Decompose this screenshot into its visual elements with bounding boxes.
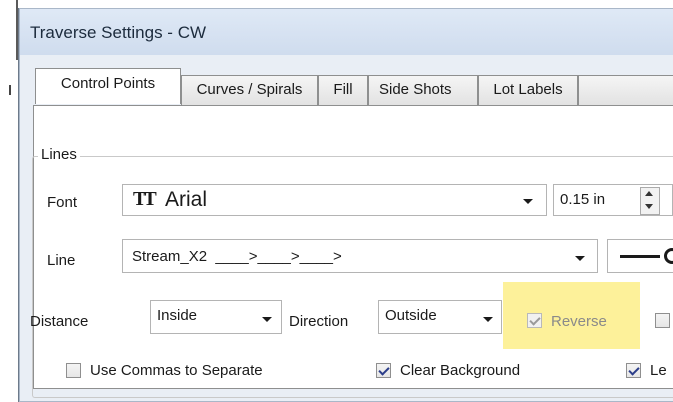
third-option-label: Le (650, 362, 667, 379)
reverse-label: Reverse (551, 313, 607, 330)
tab-label: Side Shots (379, 81, 452, 98)
use-commas-checkbox[interactable] (66, 363, 81, 378)
line-type-combobox[interactable]: Stream_X2 ____>____>____> (122, 239, 598, 273)
font-size-value: 0.15 in (560, 191, 606, 208)
tab-label: Lot Labels (493, 81, 563, 98)
tab-curves-spirals[interactable]: Curves / Spirals (181, 75, 318, 105)
extra-checkbox[interactable] (655, 313, 670, 328)
window-title: Traverse Settings - CW (30, 23, 207, 42)
spin-down-icon[interactable] (645, 204, 653, 209)
chevron-down-icon (262, 317, 272, 322)
distance-combobox[interactable]: Inside (150, 300, 282, 334)
tab-label: Curves / Spirals (196, 81, 303, 98)
third-option-checkbox[interactable] (626, 363, 641, 378)
font-label: Font (47, 194, 78, 211)
tab-fill[interactable]: Fill (318, 75, 368, 105)
line-type-value: Stream_X2 ____>____>____> (132, 248, 342, 265)
window-edge (16, 0, 18, 60)
tab-control-points[interactable]: Control Points (35, 68, 181, 104)
clear-background-checkbox[interactable] (376, 363, 391, 378)
tab-side-shots[interactable]: Side Shots (368, 75, 478, 105)
font-value: Arial (165, 188, 208, 211)
clear-background-label: Clear Background (400, 362, 521, 379)
spin-buttons[interactable] (640, 187, 660, 215)
line-weight-swatch (620, 255, 660, 258)
font-size-spinner[interactable]: 0.15 in (553, 184, 673, 216)
tab-overflow[interactable] (578, 75, 673, 105)
spin-up-icon[interactable] (645, 191, 653, 196)
chevron-down-icon (523, 199, 533, 204)
direction-label: Direction (289, 313, 349, 330)
use-commas-label: Use Commas to Separate (90, 362, 263, 379)
line-weight-combobox[interactable] (607, 239, 673, 273)
direction-combobox[interactable]: Outside (378, 300, 502, 334)
chevron-down-icon (575, 256, 585, 261)
line-label: Line (47, 252, 76, 269)
window-edge-mark (9, 85, 11, 95)
title-bar[interactable]: Traverse Settings - CW (20, 9, 673, 55)
tab-lot-labels[interactable]: Lot Labels (478, 75, 578, 105)
distance-label: Distance (30, 313, 89, 330)
distance-value: Inside (157, 307, 198, 324)
truetype-font-icon: TT (133, 188, 157, 210)
font-combobox[interactable]: TT Arial (122, 184, 547, 216)
line-weight-circle-icon (664, 248, 673, 264)
tab-label: Fill (333, 81, 353, 98)
direction-value: Outside (385, 307, 437, 324)
reverse-checkbox[interactable] (527, 313, 542, 328)
lines-group-label: Lines (38, 146, 80, 163)
tab-label: Control Points (60, 75, 156, 92)
chevron-down-icon (483, 317, 493, 322)
